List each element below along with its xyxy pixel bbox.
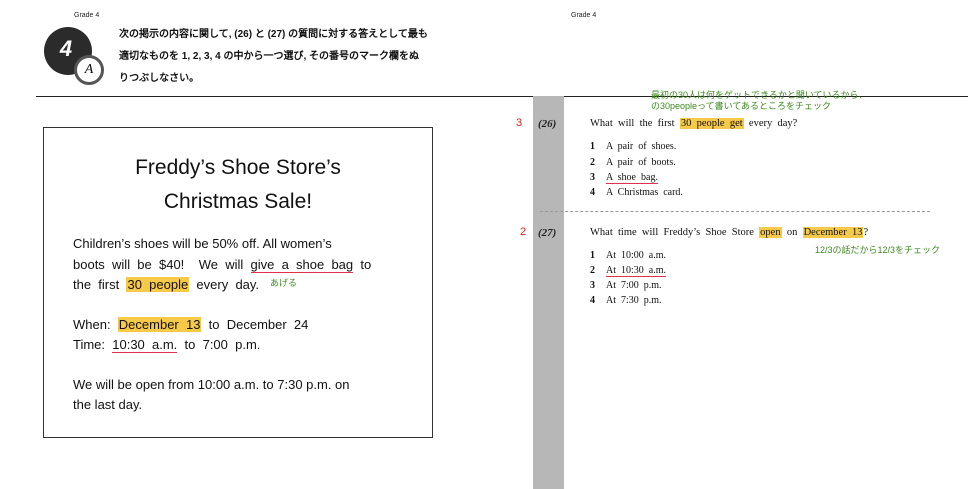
notice-text: to 7:00 p.m. [177,337,261,352]
grade-label-left: Grade 4 [74,12,100,19]
option-text: A pair of shoes. [606,141,677,152]
highlight-december-13: December 13 [117,317,202,332]
notice-text: boots will be $40! We will [73,257,251,272]
instruction-line-2: 適切なものを 1, 2, 3, 4 の中から一つ選び, その番号のマーク欄をぬ [119,51,420,62]
q27-option-3[interactable]: 3 At 7:00 p.m. [590,280,662,291]
notice-time-line: Time: 10:30 a.m. to 7:00 p.m. [73,337,261,353]
notice-line: Children’s shoes will be 50% off. All wo… [73,236,332,251]
memo-q27: 12/3の話だから12/3をチェック [815,245,941,255]
question-27-text: What time will Freddy’s Shoe Store open … [590,227,868,238]
underlined-shoe-bag: give a shoe bag [250,257,354,273]
section-badge-letter: A [74,55,104,85]
question-number-26: (26) [538,118,557,130]
question-divider [540,211,930,212]
time-label: Time: [73,337,113,352]
underlined-time: 10:30 a.m. [112,337,178,353]
question-text: on [781,227,803,238]
q26-option-1[interactable]: 1 A pair of shoes. [590,141,676,152]
notice-line: We will be open from 10:00 a.m. to 7:30 … [73,377,350,392]
option-number: 1 [590,250,595,261]
question-text: What time will Freddy’s Shoe Store [590,227,760,238]
option-number: 1 [590,141,595,152]
question-text: every day? [743,118,798,129]
notice-title-line-2: Christmas Sale! [163,190,313,213]
option-number: 2 [590,157,595,168]
q27-option-4[interactable]: 4 At 7:30 p.m. [590,295,662,306]
answer-mark-q27: 2 [520,226,527,238]
option-text-underlined: A shoe bag. [606,172,658,184]
notice-line: boots will be $40! We will give a shoe b… [73,257,372,273]
q26-option-2[interactable]: 2 A pair of boots. [590,157,676,168]
option-text: At 10:00 a.m. [606,250,666,261]
answer-mark-q26: 3 [516,117,523,129]
notice-line: the last day. [73,397,143,412]
highlight-open: open [759,227,782,238]
memo-q26-line-2: の30peopleって書いてあるところをチェック [651,101,832,111]
option-text: A pair of boots. [606,157,676,168]
notice-text: every day. [189,277,260,292]
memo-ageru: あげる [270,278,298,288]
grade-label-right: Grade 4 [571,12,597,19]
option-number: 3 [590,172,595,183]
notice-when-line: When: December 13 to December 24 [73,317,308,332]
option-number: 4 [590,187,595,198]
option-text: At 7:30 p.m. [606,295,662,306]
notice-text: to December 24 [201,317,309,332]
question-26-text: What will the first 30 people get every … [590,118,797,129]
option-number: 3 [590,280,595,291]
option-text: A Christmas card. [606,187,683,198]
notice-title-line-1: Freddy’s Shoe Store’s [135,156,341,179]
option-text: At 7:00 p.m. [606,280,662,291]
q27-option-2[interactable]: 2 At 10:30 a.m. [590,265,666,277]
q27-option-1[interactable]: 1 At 10:00 a.m. [590,250,666,261]
question-number-27: (27) [538,227,557,239]
question-text: ? [863,227,869,238]
question-text: What will the first [590,118,680,129]
option-number: 4 [590,295,595,306]
option-number: 2 [590,265,595,276]
notice-text: to [353,257,372,272]
instruction-line-1: 次の掲示の内容に関して, (26) と (27) の質問に対する答えとして最も [119,29,428,40]
answer-column-bar [533,96,564,489]
q26-option-3[interactable]: 3 A shoe bag. [590,172,658,184]
highlight-december-13: December 13 [802,227,864,238]
highlight-30-people: 30 people [126,277,190,292]
instruction-line-3: りつぶしなさい。 [119,73,200,84]
notice-text: the first [73,277,127,292]
option-text-underlined: At 10:30 a.m. [606,265,666,277]
when-label: When: [73,317,118,332]
q26-option-4[interactable]: 4 A Christmas card. [590,187,683,198]
highlight-30-people-get: 30 people get [679,118,744,129]
notice-line: the first 30 people every day. [73,277,259,292]
